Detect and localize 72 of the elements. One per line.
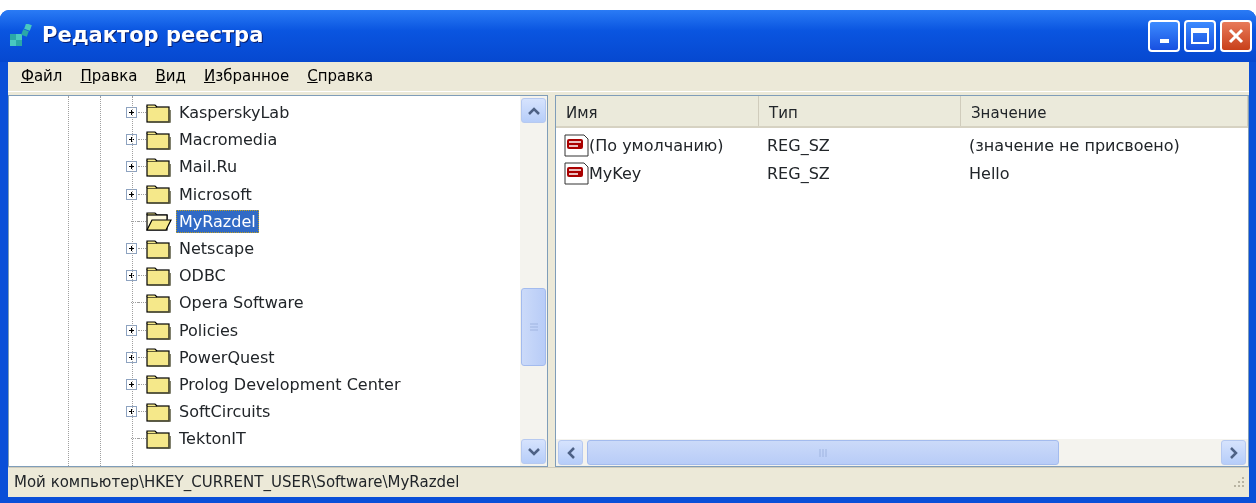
close-icon — [1227, 27, 1245, 45]
scroll-down-button[interactable] — [521, 439, 546, 464]
chevron-left-icon — [565, 445, 576, 460]
expand-icon[interactable] — [125, 351, 137, 363]
tree-item[interactable]: MyRazdel — [176, 209, 259, 233]
open-folder-icon — [146, 210, 172, 233]
folder-icon — [146, 400, 172, 423]
tree-item[interactable]: TektonIT — [176, 427, 249, 451]
value-data: Hello — [968, 163, 1011, 185]
tree-item[interactable]: Netscape — [176, 237, 258, 261]
minimize-icon — [1159, 39, 1169, 43]
column-header[interactable]: Значение — [961, 96, 1248, 126]
minimize-button[interactable] — [1148, 20, 1180, 52]
value-type: REG_SZ — [766, 135, 831, 157]
chevron-right-icon — [1228, 445, 1239, 460]
folder-icon — [146, 427, 172, 450]
tree-item[interactable]: KasperskyLab — [176, 101, 293, 125]
status-path: Мой компьютер\HKEY_CURRENT_USER\Software\MyRazdel — [14, 472, 460, 494]
menu-item[interactable]: Файл — [12, 65, 72, 88]
maximize-icon — [1190, 27, 1210, 45]
expand-icon[interactable] — [125, 270, 137, 282]
folder-icon — [146, 373, 172, 396]
tree-item[interactable]: Opera Software — [176, 291, 307, 315]
value-data: (значение не присвоено) — [968, 135, 1181, 157]
folder-icon — [146, 291, 172, 314]
expand-icon[interactable] — [125, 107, 137, 119]
value-name[interactable]: (По умолчанию) — [589, 134, 724, 158]
expand-icon[interactable] — [125, 406, 137, 418]
registry-icon — [8, 24, 34, 48]
string-value-icon — [564, 162, 589, 186]
tree-item[interactable]: Microsoft — [176, 182, 255, 206]
folder-icon — [146, 155, 172, 178]
maximize-button[interactable] — [1184, 20, 1216, 52]
menu-item[interactable]: Справка — [298, 65, 383, 88]
folder-icon — [146, 346, 172, 369]
tree-item[interactable]: SoftCircuits — [176, 400, 274, 424]
menu-item[interactable]: Правка — [71, 65, 147, 88]
menu-item[interactable]: Вид — [146, 65, 195, 88]
tree-item[interactable]: ODBC — [176, 264, 229, 288]
tree-item[interactable]: PowerQuest — [176, 345, 278, 369]
value-name[interactable]: MyKey — [589, 162, 642, 186]
folder-icon — [146, 319, 172, 342]
menu-item[interactable]: Избранное — [194, 65, 299, 88]
folder-icon — [146, 128, 172, 151]
folder-icon — [146, 183, 172, 206]
expand-icon[interactable] — [125, 188, 137, 200]
scroll-left-button[interactable] — [558, 440, 583, 465]
expand-icon[interactable] — [125, 324, 137, 336]
resize-grip-icon — [1231, 475, 1245, 490]
value-type: REG_SZ — [766, 163, 831, 185]
folder-icon — [146, 264, 172, 287]
folder-icon — [146, 237, 172, 260]
expand-icon[interactable] — [125, 161, 137, 173]
string-value-icon — [564, 134, 589, 158]
tree-item[interactable]: Policies — [176, 318, 242, 342]
expand-icon[interactable] — [125, 243, 137, 255]
chevron-down-icon — [526, 446, 541, 457]
expand-icon[interactable] — [125, 134, 137, 146]
window-title: Редактор реестра — [42, 22, 264, 50]
scroll-up-button[interactable] — [521, 98, 546, 123]
scroll-right-button[interactable] — [1221, 440, 1246, 465]
column-header[interactable]: Имя — [556, 96, 759, 126]
tree-item[interactable]: Macromedia — [176, 128, 281, 152]
tree-item[interactable]: Prolog Development Center — [176, 372, 404, 396]
column-header[interactable]: Тип — [759, 96, 961, 126]
folder-icon — [146, 101, 172, 124]
tree-item[interactable]: Mail.Ru — [176, 155, 241, 179]
chevron-up-icon — [526, 105, 541, 116]
close-button[interactable] — [1220, 20, 1252, 52]
scroll-thumb[interactable] — [587, 440, 1059, 465]
scroll-thumb[interactable] — [521, 288, 546, 366]
expand-icon[interactable] — [125, 378, 137, 390]
